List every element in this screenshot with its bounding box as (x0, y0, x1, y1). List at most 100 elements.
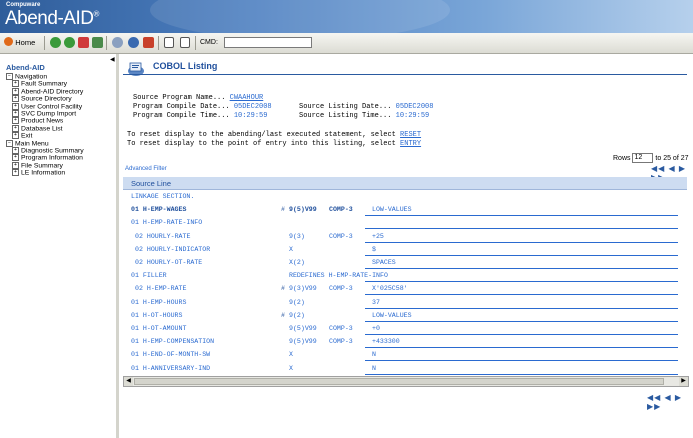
source-line-name: 01 H-ANNIVERSARY-IND (131, 364, 211, 372)
picture-clause: 9(3)V99 (289, 285, 317, 293)
table-row[interactable]: 02 HOURLY-RATE 9(3) COMP-3 +25 (123, 230, 687, 243)
stop-button[interactable] (78, 37, 89, 49)
table-row[interactable]: LINKAGE SECTION. (123, 190, 687, 203)
nav-item[interactable]: + Exit (12, 132, 32, 139)
page-button[interactable] (164, 37, 174, 49)
search-button[interactable] (112, 37, 123, 49)
favorites-button[interactable] (128, 37, 139, 49)
picture-clause: 9(5)V99 (289, 325, 317, 332)
home-button[interactable]: Home (4, 37, 35, 49)
expand-icon[interactable]: + (12, 124, 19, 132)
expand-icon[interactable]: + (12, 132, 19, 140)
expand-icon[interactable]: + (12, 87, 19, 95)
field-value[interactable]: N (372, 351, 376, 358)
navigation-panel: ◀ Abend-AID − Navigation + Fault Summary + Ab… (0, 54, 119, 438)
picture-clause: 9(3) (289, 232, 305, 240)
nav-item-label: SVC Dump Import (21, 110, 77, 118)
table-row[interactable]: 01 H-OT-HOURS #9(2) LOW-VALUES (123, 309, 687, 322)
table-row[interactable]: 01 H-ANNIVERSARY-IND X N (123, 362, 687, 375)
back-button[interactable] (50, 37, 61, 49)
expand-icon[interactable]: + (12, 102, 19, 110)
entry-link[interactable]: ENTRY (400, 140, 421, 148)
table-row[interactable]: 02 HOURLY-OT-RATE X(2) SPACES (123, 256, 687, 269)
nav-item[interactable]: − Main Menu (6, 139, 49, 147)
field-value[interactable]: 37 (372, 299, 380, 306)
nav-item[interactable]: − Navigation (6, 73, 47, 80)
table-row[interactable]: 01 H-EMP-COMPENSATION 9(5)V99 COMP-3 +43330… (123, 335, 687, 349)
entry-instruction: To reset display to the point of entry i… (127, 140, 421, 148)
field-value[interactable]: $ (372, 246, 376, 253)
picture-clause: X (289, 364, 293, 372)
nav-title: Abend-AID (6, 63, 45, 72)
nav-item-label: Program Information (21, 154, 83, 162)
nav-item[interactable]: + User Control Facility (12, 102, 82, 110)
nav-item[interactable]: + Product News (12, 117, 63, 125)
expand-icon[interactable]: + (12, 110, 19, 117)
field-value[interactable]: +433300 (372, 338, 400, 345)
compile-time-value: 10:29:59 (233, 112, 268, 120)
table-row[interactable]: 01 H-EMP-RATE-INFO (123, 216, 687, 230)
nav-item[interactable]: + Diagnostic Summary (12, 147, 84, 154)
table-row[interactable]: 01 FILLER REDEFINES H-EMP-RATE-INFO (123, 269, 687, 283)
table-row[interactable]: 02 H-EMP-RATE #9(3)V99 COMP-3 X'025C58' (123, 282, 687, 296)
home-icon (4, 37, 13, 46)
scroll-thumb[interactable] (134, 378, 664, 385)
tools-button[interactable] (143, 37, 154, 49)
cmd-input[interactable] (224, 37, 312, 48)
source-line-name: LINKAGE SECTION. (131, 193, 195, 200)
refresh-button[interactable] (92, 37, 103, 49)
fullscreen-icon (180, 37, 190, 48)
expand-icon[interactable]: + (12, 154, 19, 162)
collapse-icon[interactable]: − (6, 139, 13, 147)
pager-bottom[interactable]: ◀◀ ◀ ▶ ▶▶ (647, 393, 693, 411)
expand-icon[interactable]: + (12, 95, 19, 103)
rows-input[interactable]: 12 (632, 153, 654, 163)
grid-header-label: Source Line (131, 179, 172, 188)
scroll-right-icon[interactable]: ▶ (679, 377, 688, 386)
collapse-icon[interactable]: − (6, 73, 13, 80)
table-row[interactable]: 02 HOURLY-INDICATOR X $ (123, 243, 687, 256)
expand-icon[interactable]: + (12, 80, 19, 88)
field-value[interactable]: LOW-VALUES (372, 206, 412, 213)
nav-item-label: Exit (21, 132, 33, 140)
field-value[interactable]: N (372, 365, 376, 372)
expand-icon[interactable]: + (12, 117, 19, 125)
field-value[interactable]: +0 (372, 325, 380, 332)
field-value[interactable]: LOW-VALUES (372, 312, 412, 319)
advanced-filter-link[interactable]: Advanced Filter (125, 166, 167, 172)
forward-button[interactable] (64, 37, 75, 49)
nav-item[interactable]: + SVC Dump Import (12, 110, 76, 117)
nav-item[interactable]: + File Summary (12, 161, 63, 169)
nav-item[interactable]: + Program Information (12, 154, 83, 162)
fullscreen-button[interactable] (180, 37, 190, 49)
compile-date-line: Program Compile Date... 05DEC2008 (133, 103, 272, 111)
source-line-name: 01 H-EMP-RATE-INFO (131, 219, 203, 227)
table-row[interactable]: 01 H-EMP-WAGES #9(5)V99 COMP-3 LOW-VALUES (123, 203, 687, 217)
nav-item-label: LE Information (21, 169, 66, 177)
nav-item[interactable]: + Fault Summary (12, 80, 68, 88)
nav-item-label: Source Directory (21, 95, 72, 103)
expand-icon[interactable]: + (12, 161, 19, 169)
field-value[interactable]: +25 (372, 233, 384, 240)
nav-item-label: Fault Summary (21, 80, 68, 88)
collapse-arrow-icon[interactable]: ◀ (110, 56, 115, 63)
table-row[interactable]: 01 H-END-OF-MONTH-SW X N (123, 348, 687, 362)
scroll-left-icon[interactable]: ◀ (124, 377, 133, 386)
source-program-link[interactable]: CWAAHOUR (230, 94, 264, 102)
nav-item[interactable]: + Database List (12, 124, 63, 132)
listing-date-label: Source Listing Date... (299, 103, 392, 111)
nav-item[interactable]: + LE Information (12, 169, 65, 176)
picture-clause: 9(5)V99 (289, 206, 317, 214)
reset-instruction-text: To reset display to the abending/last ex… (127, 131, 396, 139)
field-value[interactable]: SPACES (372, 259, 396, 266)
nav-item[interactable]: + Source Directory (12, 95, 72, 102)
nav-item[interactable]: + Abend-AID Directory (12, 87, 83, 95)
picture-clause: REDEFINES H-EMP-RATE-INFO (289, 272, 388, 280)
expand-icon[interactable]: + (12, 147, 19, 154)
expand-icon[interactable]: + (12, 169, 19, 177)
field-value[interactable]: X'025C58' (372, 285, 408, 292)
reset-link[interactable]: RESET (400, 131, 421, 139)
table-row[interactable]: 01 H-OT-AMOUNT 9(5)V99 COMP-3 +0 (123, 322, 687, 335)
table-row[interactable]: 01 H-EMP-HOURS 9(2) 37 (123, 296, 687, 309)
horizontal-scrollbar[interactable]: ◀ ▶ (123, 376, 689, 387)
